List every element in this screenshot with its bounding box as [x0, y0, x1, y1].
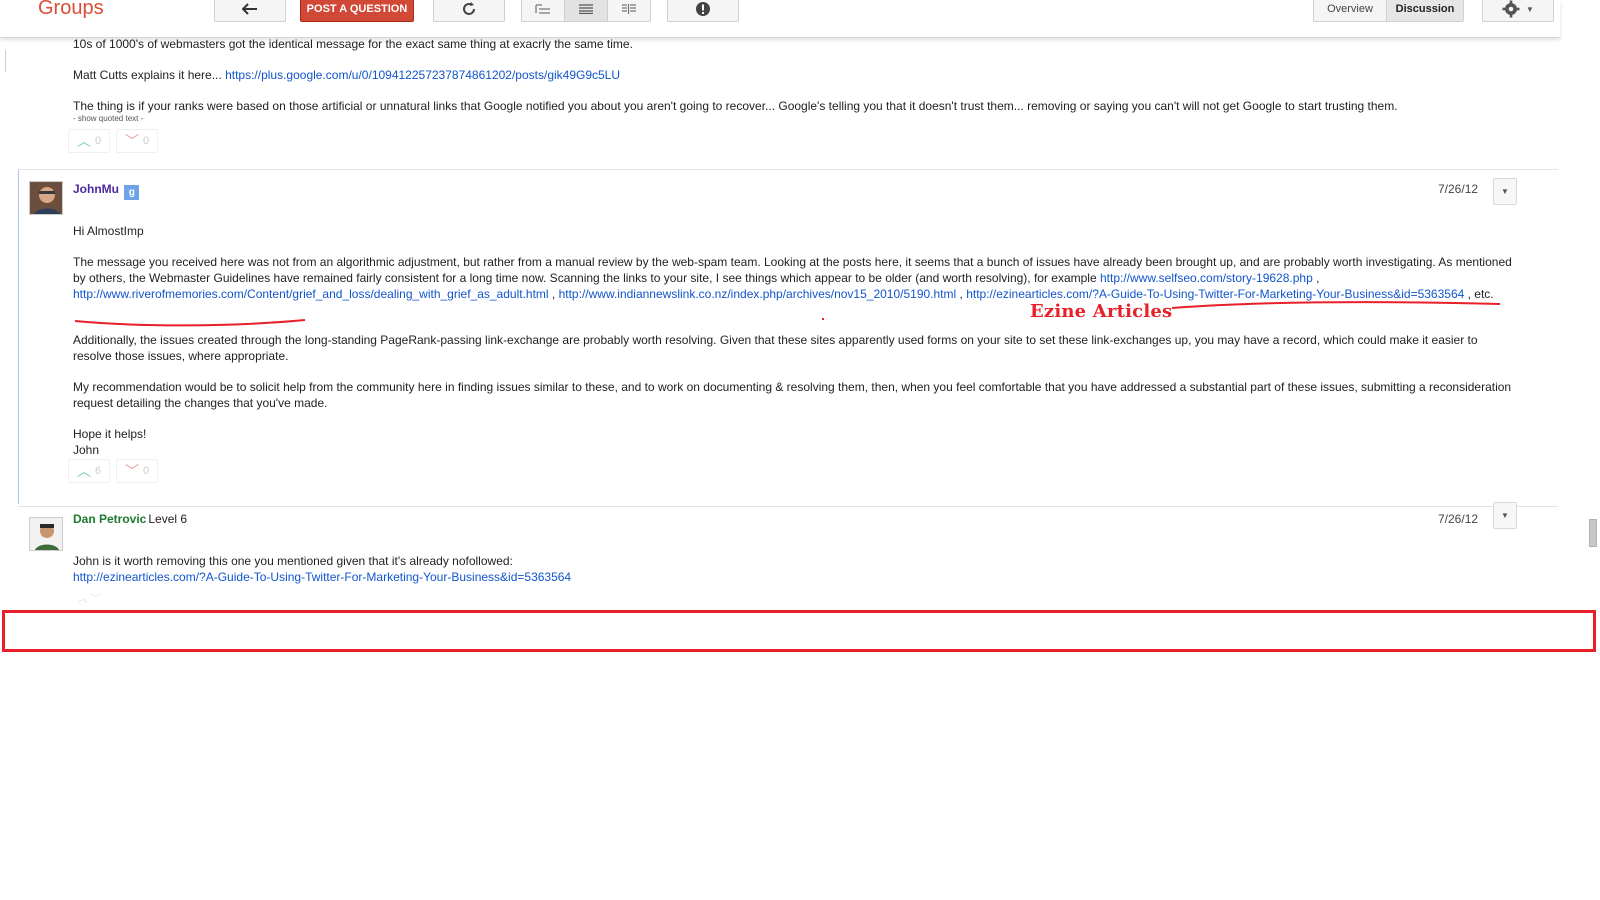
ezinearticles-link[interactable]: http://ezinearticles.com/?A-Guide-To-Usi… — [73, 570, 571, 584]
gear-icon — [1502, 0, 1520, 18]
prev-post-line: The thing is if your ranks were based on… — [73, 99, 1398, 113]
collapse-handle[interactable] — [0, 50, 6, 72]
person-avatar-icon — [30, 518, 62, 550]
groups-logo[interactable]: Groups — [38, 0, 104, 20]
chevron-down-icon: ▼ — [1526, 4, 1534, 14]
top-toolbar: Groups POST A QUESTION Overview Discussi… — [0, 0, 1560, 38]
downvote-count: 0 — [142, 135, 150, 147]
downvote-button[interactable]: ﹀ 0 — [116, 459, 158, 483]
author-name-text: JohnMu — [73, 182, 119, 196]
annotation-dot — [822, 318, 824, 320]
downvote-count: 0 — [142, 465, 150, 477]
post-signature: John — [73, 443, 100, 457]
post-divider — [18, 506, 1558, 507]
scrollbar-thumb[interactable] — [1589, 519, 1597, 547]
upvote-count: 0 — [94, 135, 102, 147]
annotation-highlight-box — [2, 610, 1596, 652]
show-quoted-text-link[interactable]: - show quoted text - — [73, 114, 143, 123]
thumbs-down-icon: ﹀ — [124, 463, 139, 479]
post-date: 7/26/12 — [1438, 182, 1479, 196]
post-closing: Hope it helps! — [73, 427, 147, 441]
view-split-button[interactable] — [607, 0, 651, 22]
matt-cutts-link[interactable]: https://plus.google.com/u/0/109412257237… — [225, 68, 620, 82]
post-paragraph: http://ezinearticles.com/?A-Guide-To-Usi… — [73, 569, 1513, 585]
chevron-down-icon: ▼ — [1501, 511, 1509, 520]
indiannewslink-link[interactable]: http://www.indiannewslink.co.nz/index.ph… — [559, 287, 957, 301]
author-name-text: Dan Petrovic — [73, 512, 147, 526]
vote-buttons-cutoff: ︿ ﹀ — [78, 594, 101, 605]
post-paragraph: Additionally, the issues created through… — [73, 333, 1478, 363]
avatar[interactable] — [29, 517, 63, 551]
thumbs-up-icon: ︿ — [76, 463, 91, 479]
post-menu-button[interactable]: ▼ — [1493, 178, 1517, 205]
refresh-button[interactable] — [433, 0, 505, 22]
tree-view-icon — [535, 4, 550, 14]
ezinearticles-link[interactable]: http://ezinearticles.com/?A-Guide-To-Usi… — [966, 287, 1464, 301]
post-paragraph: My recommendation would be to solicit he… — [73, 380, 1512, 410]
author-name[interactable]: JohnMu g — [73, 182, 140, 200]
post-greeting: Hi AlmostImp — [73, 224, 144, 238]
selfseo-link[interactable]: http://www.selfseo.com/story-19628.php — [1100, 271, 1313, 285]
post-menu-button[interactable]: ▼ — [1493, 502, 1517, 529]
back-arrow-icon — [242, 3, 257, 15]
list-view-icon — [579, 4, 593, 14]
author-name[interactable]: Dan Petrovic Level 6 — [73, 512, 187, 526]
view-list-button[interactable] — [564, 0, 608, 22]
settings-button[interactable]: ▼ — [1482, 0, 1554, 22]
prev-post-line: 10s of 1000's of webmasters got the iden… — [73, 38, 633, 51]
prev-post-line: Matt Cutts explains it here... https://p… — [73, 67, 1513, 83]
chevron-down-icon: ▼ — [1501, 187, 1509, 196]
exclamation-icon — [696, 2, 710, 16]
author-level: Level 6 — [148, 512, 188, 526]
post-paragraph: John is it worth removing this one you m… — [73, 554, 513, 568]
downvote-button[interactable]: ﹀ 0 — [116, 129, 158, 153]
post-question-button[interactable]: POST A QUESTION — [300, 0, 414, 22]
person-avatar-icon — [30, 182, 62, 214]
annotation-label: Ezine Articles — [1030, 301, 1173, 322]
report-button[interactable] — [667, 0, 739, 22]
refresh-icon — [463, 2, 475, 15]
upvote-button[interactable]: ︿ 0 — [68, 129, 110, 153]
tab-overview[interactable]: Overview — [1313, 0, 1387, 22]
thumbs-up-icon: ︿ — [76, 133, 91, 149]
post-paragraph: The message you received here was not fr… — [73, 254, 1518, 302]
avatar[interactable] — [29, 181, 63, 215]
thread-content: 10s of 1000's of webmasters got the iden… — [0, 38, 1600, 608]
back-button[interactable] — [214, 0, 286, 22]
split-view-icon — [622, 4, 636, 14]
view-tree-button[interactable] — [521, 0, 565, 22]
riverofmemories-link[interactable]: http://www.riverofmemories.com/Content/g… — [73, 287, 549, 301]
separator-text: , — [956, 287, 967, 301]
separator-text: , — [1312, 271, 1320, 285]
prev-post-text: Matt Cutts explains it here... — [73, 68, 226, 82]
tab-discussion[interactable]: Discussion — [1386, 0, 1464, 22]
thumbs-down-icon: ﹀ — [124, 133, 139, 149]
etc-text: , etc. — [1464, 287, 1494, 301]
post-date: 7/26/12 — [1438, 512, 1479, 526]
google-plus-icon[interactable]: g — [124, 185, 140, 200]
upvote-button[interactable]: ︿ 6 — [68, 459, 110, 483]
separator-text: , — [548, 287, 559, 301]
upvote-count: 6 — [94, 465, 102, 477]
